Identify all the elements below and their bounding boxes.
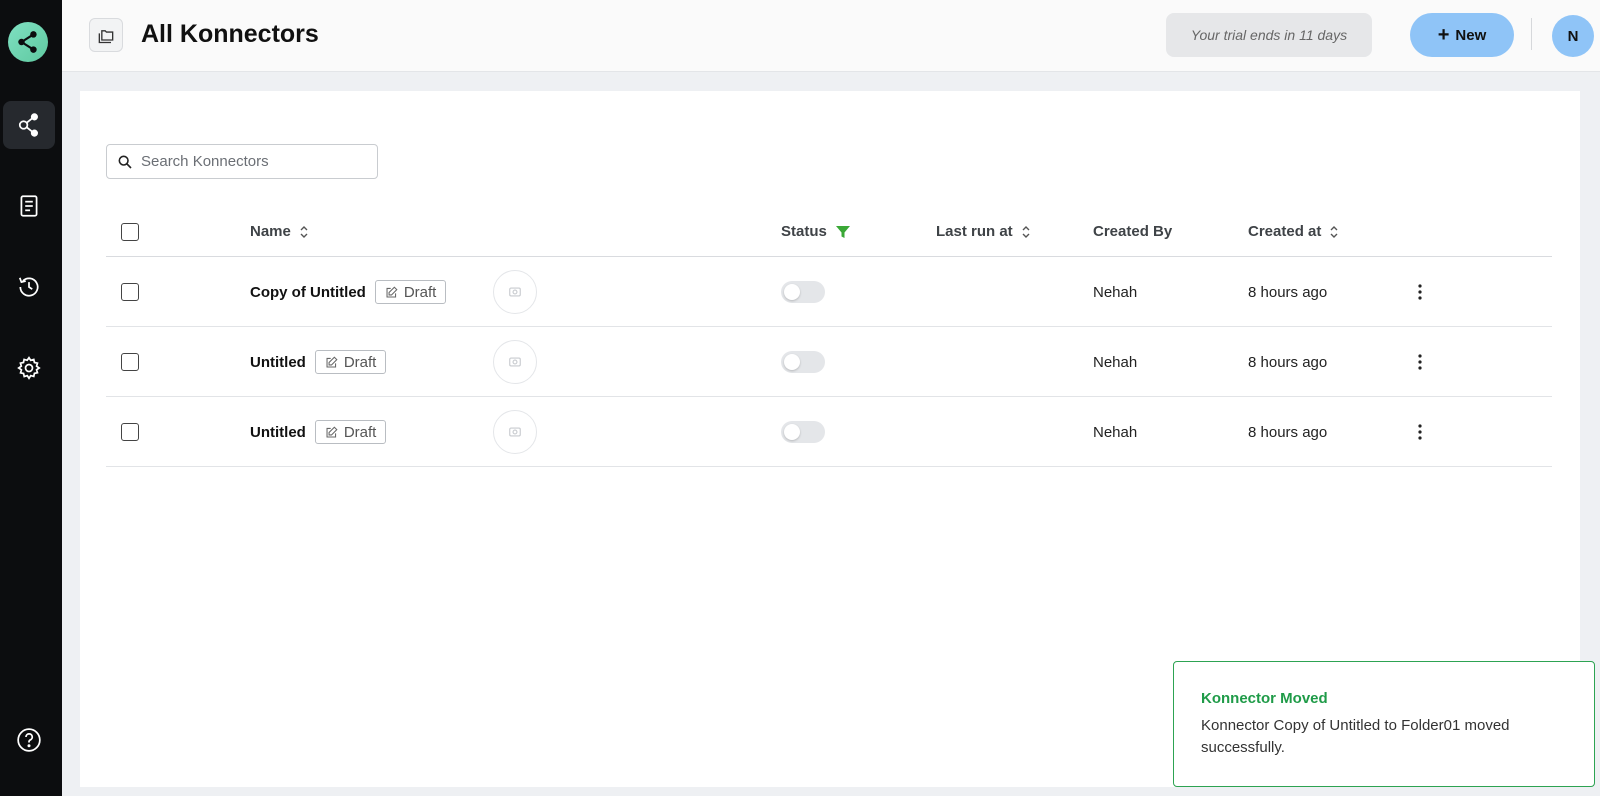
column-created-by-label: Created By [1093,223,1173,240]
gear-icon [17,356,41,380]
toggle-knob [784,284,800,300]
draft-badge[interactable]: Draft [314,420,387,444]
edit-icon [386,285,398,297]
table-row[interactable]: Untitled Draft Nehah 8 hours ago [106,327,1552,397]
help-icon [17,728,41,752]
share-logo-icon [18,31,37,53]
sidebar [0,0,62,796]
toggle-knob [784,354,800,370]
toast-message: Konnector Copy of Untitled to Folder01 m… [1201,717,1510,756]
sidebar-item-settings[interactable] [3,344,55,392]
draft-badge-label: Draft [343,353,377,371]
table-header: Name Status Last run at Created By Creat… [106,206,1552,257]
edit-icon [326,355,338,367]
created-by-cell: Nehah [1093,423,1138,441]
sidebar-item-konnectors[interactable] [3,101,55,149]
row-actions-button[interactable] [1410,420,1430,444]
app-icons-placeholder [493,340,537,384]
sidebar-item-history[interactable] [3,263,55,311]
kebab-menu-icon [1418,424,1422,440]
folders-button[interactable] [89,18,123,52]
created-by-cell: Nehah [1093,353,1138,371]
trial-banner: Your trial ends in 11 days [1166,13,1372,57]
toggle-knob [784,424,800,440]
image-placeholder-icon [509,287,521,297]
created-at-cell: 8 hours ago [1248,283,1328,301]
column-status[interactable]: Status [781,206,851,257]
search-box [106,144,378,179]
top-header: All Konnectors Your trial ends in 11 day… [62,0,1600,72]
status-toggle[interactable] [781,281,825,303]
new-konnector-button[interactable]: + New [1410,13,1514,57]
page-title: All Konnectors [141,20,319,48]
status-toggle[interactable] [781,421,825,443]
image-placeholder-icon [509,357,521,367]
user-avatar[interactable]: N [1552,15,1594,57]
draft-badge-label: Draft [343,423,377,441]
select-all-checkbox[interactable] [121,222,139,241]
header-divider [1531,18,1532,50]
plus-icon: + [1437,24,1450,46]
column-created-by: Created By [1093,206,1172,257]
created-at-cell: 8 hours ago [1248,423,1328,441]
draft-badge-label: Draft [403,283,437,301]
column-created-at[interactable]: Created at [1248,206,1339,257]
konnector-name[interactable]: Copy of Untitled [250,284,366,301]
sort-icon [1330,225,1338,238]
row-actions-button[interactable] [1410,280,1430,304]
sidebar-item-logs[interactable] [3,182,55,230]
toast-title: Konnector Moved [1201,690,1328,707]
app-icons-placeholder [493,410,537,454]
created-by-cell: Nehah [1093,283,1138,301]
search-input[interactable] [141,153,361,170]
folders-icon [98,30,114,44]
sort-icon [1022,225,1030,238]
created-at-cell: 8 hours ago [1248,353,1328,371]
column-name[interactable]: Name [250,206,309,257]
konnector-name[interactable]: Untitled [250,424,306,441]
draft-badge[interactable]: Draft [314,350,387,374]
image-placeholder-icon [509,427,521,437]
new-button-label: New [1455,26,1487,44]
row-checkbox[interactable] [121,353,139,371]
app-logo[interactable] [8,22,48,62]
help-button[interactable] [3,716,55,764]
share-nodes-icon [18,113,38,137]
row-checkbox[interactable] [121,423,139,441]
column-status-label: Status [781,223,827,240]
document-icon [20,195,38,217]
draft-badge[interactable]: Draft [374,280,447,304]
history-icon [18,277,39,297]
app-icons-placeholder [493,270,537,314]
filter-icon[interactable] [835,224,851,240]
edit-icon [326,425,338,437]
sort-icon [300,225,308,238]
toast-notification[interactable]: Konnector Moved Konnector Copy of Untitl… [1173,661,1595,787]
table-row[interactable]: Copy of Untitled Draft Nehah 8 hours ago [106,257,1552,327]
konnector-name[interactable]: Untitled [250,354,306,371]
column-name-label: Name [250,223,291,240]
column-last-run-label: Last run at [936,223,1013,240]
table-row[interactable]: Untitled Draft Nehah 8 hours ago [106,397,1552,467]
row-checkbox[interactable] [121,283,139,301]
kebab-menu-icon [1418,284,1422,300]
status-toggle[interactable] [781,351,825,373]
kebab-menu-icon [1418,354,1422,370]
column-last-run[interactable]: Last run at [936,206,1031,257]
row-actions-button[interactable] [1410,350,1430,374]
column-created-at-label: Created at [1248,223,1322,240]
search-icon [118,155,132,169]
konnectors-table: Name Status Last run at Created By Creat… [106,206,1552,467]
